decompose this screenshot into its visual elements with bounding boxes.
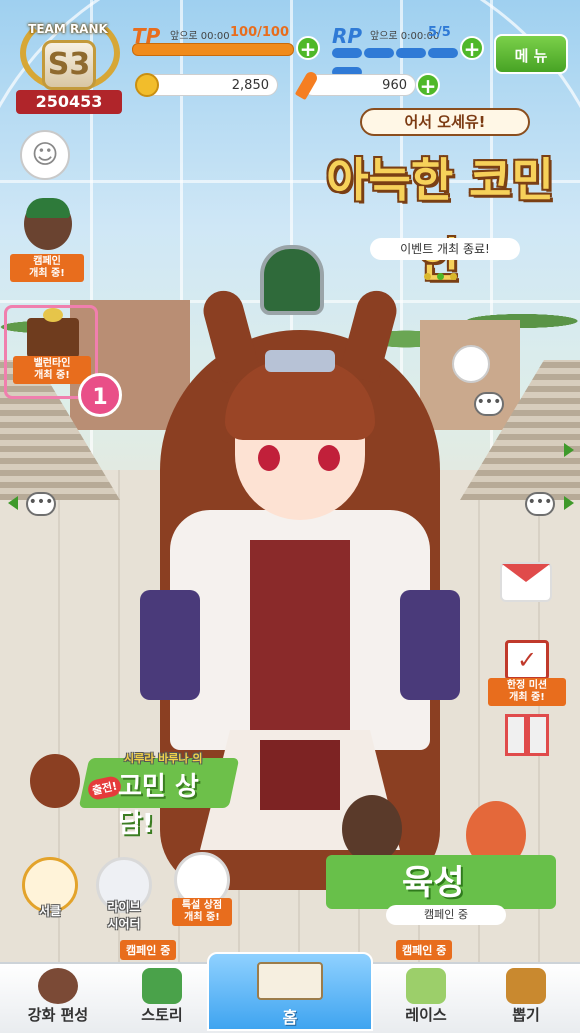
tp-value: 100/100 [230, 25, 290, 40]
consult-subtitle: 시루라 바루나 의 [124, 752, 203, 765]
chat-bubble-right[interactable]: ••• [525, 492, 555, 516]
nav-race[interactable]: 레이스 [376, 964, 476, 1033]
training-title: 육성 [402, 863, 465, 903]
event-page-dots [424, 265, 463, 284]
event-page-dot[interactable] [450, 273, 457, 280]
rp-plus-button[interactable]: + [460, 36, 484, 61]
mission-label[interactable]: 한정 미션 개최 중! [488, 678, 566, 706]
school-building-icon [257, 962, 323, 1000]
mail-icon[interactable] [500, 562, 552, 602]
nav-story-label: 스토리 [141, 1006, 183, 1024]
photo-icon[interactable] [452, 345, 490, 383]
money-display: 2,850 [135, 73, 278, 97]
race-gate-icon [406, 968, 446, 1004]
chat-bubble-center[interactable]: ••• [474, 392, 504, 416]
event-top-text: 어서 오세유! [360, 108, 530, 136]
trainer-profile-icon[interactable]: ☺ [20, 130, 70, 180]
team-rank-emblem[interactable]: TEAM RANK S3 250453 [8, 6, 128, 116]
consult-character-icon [30, 754, 80, 808]
valentine-label: 밸런타인 개최 중! [13, 356, 91, 384]
training-sub: 캠페인 중 [386, 905, 506, 925]
tp-plus-button[interactable]: + [296, 36, 320, 61]
event-title: 아늑한 코민안 [326, 153, 554, 287]
gacha-door-icon [506, 968, 546, 1004]
circle-label: 서클 [38, 904, 62, 918]
tiara [265, 350, 335, 372]
coin-icon [135, 73, 159, 97]
nav-race-label: 레이스 [405, 1006, 447, 1024]
mission-clipboard-icon[interactable]: ✓ [505, 640, 549, 680]
event-status: 이벤트 개최 종료! [370, 238, 520, 260]
tp-timer: 앞으로 00:00 [170, 31, 230, 42]
event-page-dot[interactable] [424, 273, 431, 280]
nav-gacha-label: 뽑기 [512, 1006, 540, 1024]
nav-home[interactable]: 홈 [207, 952, 373, 1031]
shop-label: 특설 상점 개최 중! [172, 898, 232, 926]
carrot-plus-button[interactable]: + [416, 73, 440, 98]
rank-score: 250453 [16, 90, 122, 114]
tp-stat: TP 앞으로 00:00 100/100 [132, 24, 322, 56]
rp-pip [332, 48, 362, 58]
rp-pip [364, 48, 394, 58]
rank-grade: S3 [42, 40, 96, 90]
event-page-dot[interactable] [437, 273, 444, 280]
chat-bubble-left[interactable]: ••• [26, 492, 56, 516]
notification-badge: 1 [78, 373, 122, 417]
scroll-right-arrow-icon[interactable] [564, 496, 574, 510]
consult-banner[interactable]: 출전! 시루라 바루나 의 고민 상담! [24, 748, 240, 839]
present-box-icon[interactable] [505, 714, 549, 756]
team-rank-label: TEAM RANK [28, 22, 108, 36]
carrot-display: 960 [294, 69, 416, 101]
nav-enhance[interactable]: 강화 편성 [8, 964, 108, 1033]
carrot-value: 960 [382, 78, 407, 93]
gift-box-icon [27, 318, 79, 358]
training-button[interactable]: 육성 캠페인 중 [326, 795, 556, 925]
rp-pip [428, 48, 458, 58]
tp-bar [132, 43, 294, 56]
rp-pip [396, 48, 426, 58]
menu-button[interactable]: 메 뉴 [494, 34, 568, 74]
race-campaign-tag: 캠페인 중 [396, 940, 453, 960]
campaign-button[interactable]: 캠페인 개최 중! [10, 198, 86, 288]
story-campaign-tag: 캠페인 중 [120, 940, 177, 960]
event-banner[interactable]: 어서 오세유! 아늑한 코민안 이벤트 개최 종료! [320, 100, 560, 287]
scroll-right-arrow-icon-2[interactable] [564, 443, 574, 457]
rp-value: 5/5 [428, 25, 451, 40]
live-theater-label: 라이브 시어터 [107, 900, 141, 931]
consult-title: 고민 상담! [118, 772, 199, 839]
money-value: 2,850 [231, 78, 269, 93]
campaign-label: 캠페인 개최 중! [10, 254, 84, 282]
book-icon [142, 968, 182, 1004]
nav-gacha[interactable]: 뽑기 [476, 964, 576, 1033]
nav-enhance-label: 강화 편성 [27, 1006, 89, 1024]
scroll-left-arrow-icon[interactable] [8, 496, 18, 510]
nav-story[interactable]: 스토리 [112, 964, 212, 1033]
character-portrait-icon [38, 968, 78, 1004]
nav-home-label: 홈 [282, 1008, 298, 1027]
chibi-character-left [342, 795, 402, 863]
